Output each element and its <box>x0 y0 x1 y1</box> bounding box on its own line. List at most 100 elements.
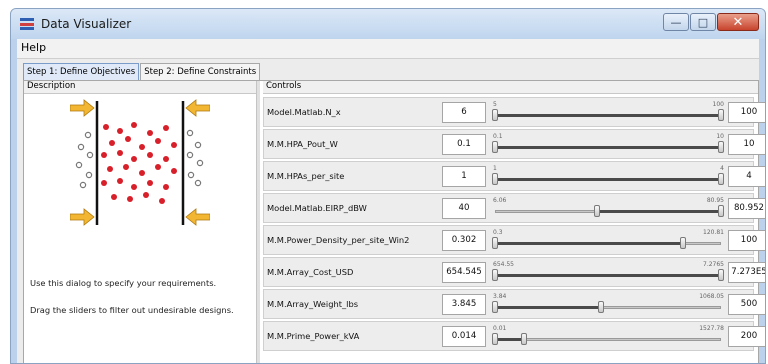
range-slider[interactable]: 5 100 <box>490 100 726 126</box>
control-row: M.M.Power_Density_per_site_Win2 0.302 0.3 1… <box>263 225 765 255</box>
close-button[interactable]: ✕ <box>717 13 759 31</box>
slider-range-fill <box>495 306 602 309</box>
tab-define-constraints[interactable]: Step 2: Define Constraints <box>140 63 261 81</box>
slider-high-thumb[interactable] <box>718 269 724 281</box>
value-input[interactable]: 0.302 <box>442 230 486 251</box>
slider-min-label: 1 <box>493 165 497 172</box>
max-value-input[interactable]: 80.952 <box>728 198 765 219</box>
title-bar[interactable]: Data Visualizer — □ ✕ <box>11 9 765 39</box>
slider-range-fill <box>495 338 525 341</box>
slider-high-thumb[interactable] <box>718 205 724 217</box>
client-area: Step 1: Define Objectives Step 2: Define… <box>17 59 765 363</box>
slider-high-thumb[interactable] <box>718 109 724 121</box>
app-icon <box>20 18 34 30</box>
maximize-icon: □ <box>697 15 709 29</box>
slider-range-fill <box>495 114 721 117</box>
slider-min-label: 5 <box>493 101 497 108</box>
description-header: Description <box>24 81 256 94</box>
value-input[interactable]: 1 <box>442 166 486 187</box>
menu-bar: Help <box>17 39 759 59</box>
arrow-icon-top-right <box>185 99 210 117</box>
tab-panel: Description Use this dialog to specify y… <box>23 80 765 363</box>
control-label: M.M.Power_Density_per_site_Win2 <box>267 235 410 245</box>
slider-high-thumb[interactable] <box>718 141 724 153</box>
slider-low-thumb[interactable] <box>492 237 498 249</box>
range-slider[interactable]: 14 <box>490 164 726 190</box>
included-dots <box>101 122 177 204</box>
range-slider[interactable]: 6.06 80.95 <box>490 196 726 222</box>
slider-high-thumb[interactable] <box>598 301 605 313</box>
value-input[interactable]: 0.1 <box>442 134 486 155</box>
control-row: M.M.HPAs_per_site 1 1 4 4 <box>263 161 765 191</box>
slider-min-label: 0.3 <box>493 229 503 236</box>
app-window: Data Visualizer — □ ✕ Help Step 1: Defin… <box>10 8 766 364</box>
slider-range-fill <box>495 178 721 181</box>
range-slider[interactable]: 0.01 1527.78 <box>490 324 726 350</box>
slider-max-label: 10 <box>716 133 724 140</box>
arrow-icon-bottom-left <box>70 208 95 226</box>
max-value-input[interactable]: 100 <box>728 230 765 251</box>
slider-low-thumb[interactable] <box>492 109 498 121</box>
max-value-input[interactable]: 10 <box>728 134 765 155</box>
value-input[interactable]: 40 <box>442 198 486 219</box>
slider-range-fill <box>495 242 683 245</box>
close-icon: ✕ <box>732 14 744 30</box>
max-value-input[interactable]: 200 <box>728 326 765 347</box>
arrow-icon-top-left <box>70 99 95 117</box>
slider-min-label: 0.1 <box>493 133 503 140</box>
max-value-input[interactable]: 500 <box>728 294 765 315</box>
description-line-2: Drag the sliders to filter out undesirab… <box>30 305 234 315</box>
control-row: M.M.Prime_Power_kVA 0.014 0.01 1527.78 200 <box>263 321 765 351</box>
arrow-icon-bottom-right <box>185 208 210 226</box>
slider-max-label: 7.2765 <box>703 261 724 268</box>
slider-max-label: 4 <box>720 165 724 172</box>
slider-low-thumb[interactable] <box>492 173 498 185</box>
slider-min-label: 654.55 <box>493 261 514 268</box>
minimize-icon: — <box>670 15 682 29</box>
slider-range-fill <box>495 146 721 149</box>
minimize-button[interactable]: — <box>663 13 689 31</box>
slider-min-label: 6.06 <box>493 197 507 204</box>
range-slider[interactable]: 654.55 7.2765 <box>490 260 726 286</box>
value-input[interactable]: 3.845 <box>442 294 486 315</box>
control-label: M.M.Array_Weight_lbs <box>267 299 359 309</box>
range-slider[interactable]: 0.3 120.81 <box>490 228 726 254</box>
illustration <box>70 99 210 226</box>
menu-help[interactable]: Help <box>17 39 52 54</box>
max-value-input[interactable]: 100 <box>728 102 765 123</box>
value-input[interactable]: 654.545 <box>442 262 486 283</box>
slider-high-thumb[interactable] <box>521 333 528 345</box>
control-row: Model.Matlab.EIRP_dBW 40 6.06 80.95 80.952 <box>263 193 765 223</box>
slider-low-thumb[interactable] <box>492 269 498 281</box>
value-input[interactable]: 6 <box>442 102 486 123</box>
max-value-input[interactable]: 4 <box>728 166 765 187</box>
slider-min-label: 0.01 <box>493 325 507 332</box>
max-value-input[interactable]: 7.273E5 <box>728 262 765 283</box>
slider-low-thumb[interactable] <box>492 333 498 345</box>
tab-define-objectives[interactable]: Step 1: Define Objectives <box>23 63 140 81</box>
slider-range-fill <box>495 274 721 277</box>
slider-high-thumb[interactable] <box>718 173 724 185</box>
controls-header: Controls <box>263 81 758 94</box>
value-input[interactable]: 0.014 <box>442 326 486 347</box>
control-label: M.M.HPAs_per_site <box>267 171 345 181</box>
control-label: Model.Matlab.N_x <box>267 107 341 117</box>
control-label: M.M.HPA_Pout_W <box>267 139 338 149</box>
control-label: M.M.Array_Cost_USD <box>267 267 354 277</box>
range-slider[interactable]: 3.84 1068.05 <box>490 292 726 318</box>
maximize-button[interactable]: □ <box>690 13 716 31</box>
slider-low-thumb[interactable] <box>593 205 600 217</box>
slider-low-thumb[interactable] <box>492 141 498 153</box>
splitter[interactable] <box>256 81 260 363</box>
range-slider[interactable]: 0.1 10 <box>490 132 726 158</box>
control-row: M.M.Array_Weight_lbs 3.845 3.84 1068.05 500 <box>263 289 765 319</box>
slider-max-label: 1068.05 <box>699 293 724 300</box>
window-controls: — □ ✕ <box>662 13 759 31</box>
description-line-1: Use this dialog to specify your requirem… <box>30 278 217 288</box>
control-label: Model.Matlab.EIRP_dBW <box>267 203 367 213</box>
slider-high-thumb[interactable] <box>679 237 686 249</box>
control-label: M.M.Prime_Power_kVA <box>267 331 360 341</box>
control-row: Model.Matlab.N_x 6 5 100 100 <box>263 97 765 127</box>
slider-max-label: 1527.78 <box>699 325 724 332</box>
slider-low-thumb[interactable] <box>492 301 498 313</box>
